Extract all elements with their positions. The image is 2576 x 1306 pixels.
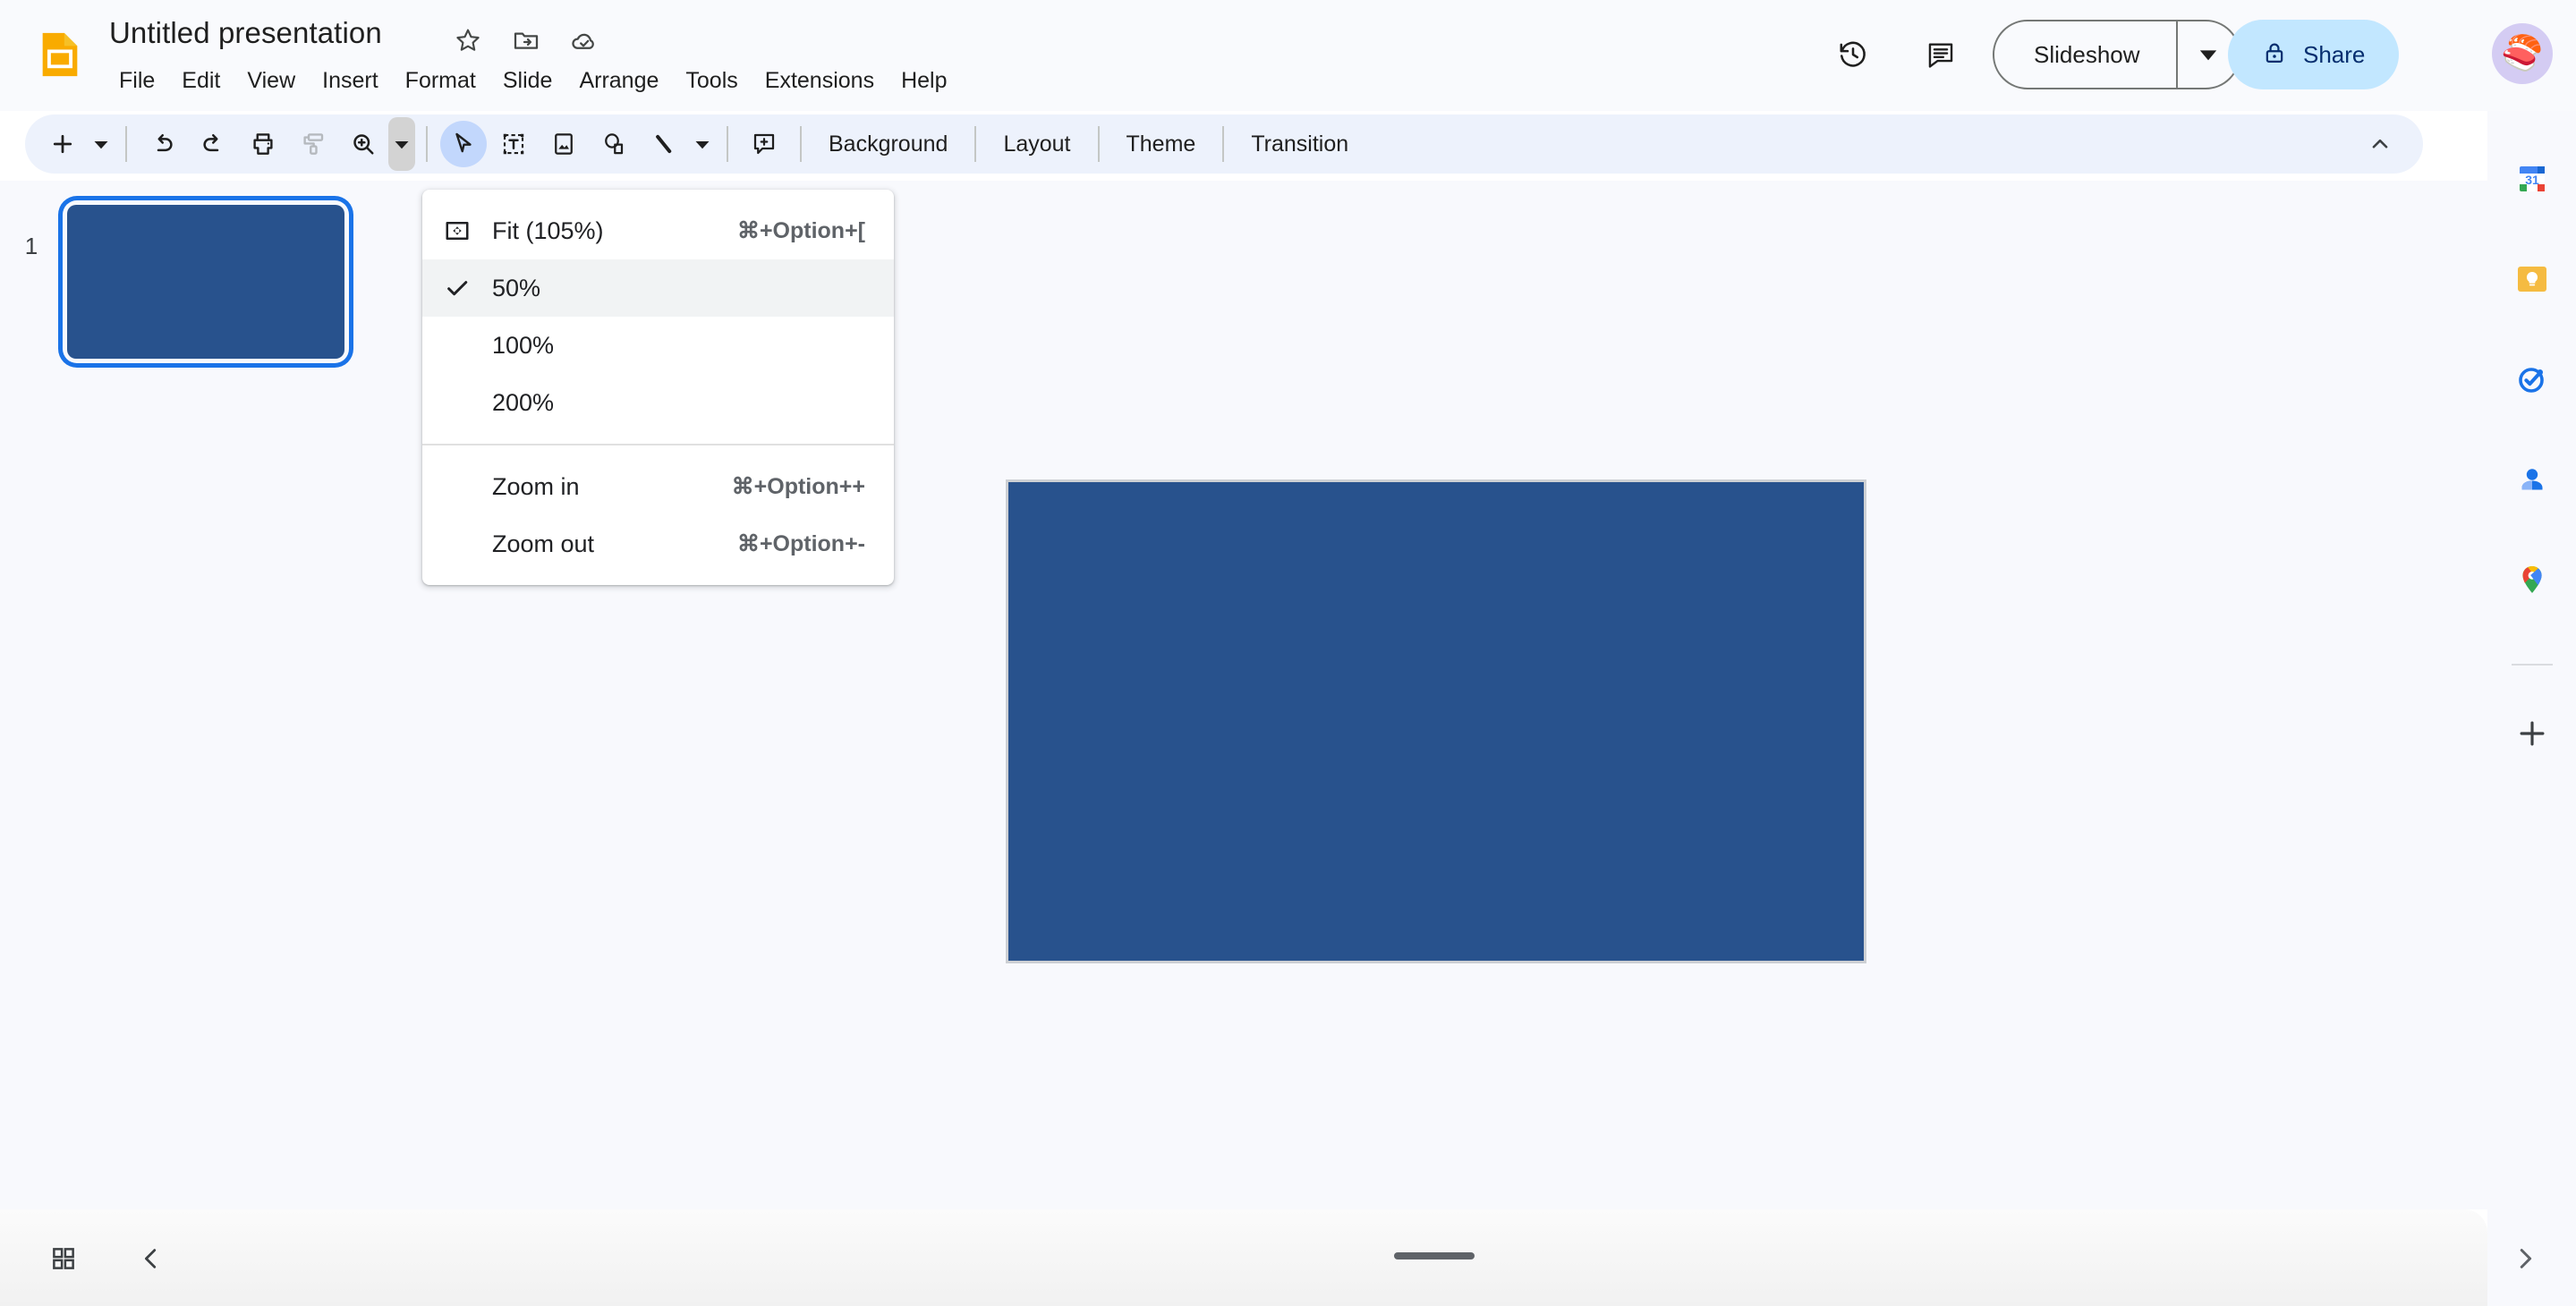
move-to-folder-icon[interactable] bbox=[506, 20, 547, 61]
lock-icon bbox=[2262, 40, 2287, 70]
zoom-dropdown-menu: Fit (105%) ⌘+Option+[ 50% 100% 200% Zoom… bbox=[422, 190, 894, 585]
zoom-menu-item-shortcut: ⌘+Option++ bbox=[731, 474, 865, 499]
add-ons-icon[interactable] bbox=[2505, 707, 2559, 760]
add-slide-chevron-down-icon[interactable] bbox=[88, 121, 115, 167]
divider bbox=[2511, 664, 2553, 666]
app-header: Untitled presentation File Edit View Ins… bbox=[0, 0, 2576, 111]
menu-divider bbox=[422, 444, 894, 445]
menu-view[interactable]: View bbox=[234, 63, 309, 98]
check-icon bbox=[422, 275, 492, 301]
line-icon[interactable] bbox=[641, 121, 687, 167]
avatar[interactable]: 🍣 bbox=[2492, 23, 2553, 84]
zoom-in-magnifier-icon[interactable] bbox=[340, 121, 387, 167]
zoom-menu-item-label: 200% bbox=[492, 388, 555, 416]
slideshow-button[interactable]: Slideshow bbox=[1994, 21, 2176, 88]
menu-extensions[interactable]: Extensions bbox=[752, 63, 888, 98]
speaker-notes-drag-handle[interactable] bbox=[1394, 1252, 1475, 1259]
menu-arrange[interactable]: Arrange bbox=[565, 63, 672, 98]
add-slide-icon[interactable] bbox=[39, 121, 86, 167]
workspace: 1 bbox=[0, 181, 2576, 1209]
google-contacts-icon[interactable] bbox=[2505, 453, 2559, 506]
zoom-menu-item-shortcut: ⌘+Option+- bbox=[736, 531, 865, 556]
zoom-menu-item-label: 50% bbox=[492, 274, 541, 301]
zoom-menu-item-shortcut: ⌘+Option+[ bbox=[736, 218, 865, 243]
zoom-chevron-down-icon[interactable] bbox=[388, 117, 415, 171]
zoom-menu-item-zoom-out[interactable]: Zoom out ⌘+Option+- bbox=[422, 515, 894, 572]
menu-file[interactable]: File bbox=[106, 63, 168, 98]
menu-insert[interactable]: Insert bbox=[309, 63, 392, 98]
zoom-menu-item-label: Fit (105%) bbox=[492, 216, 604, 244]
google-maps-icon[interactable] bbox=[2505, 553, 2559, 606]
menu-slide[interactable]: Slide bbox=[489, 63, 566, 98]
zoom-menu-item-fit[interactable]: Fit (105%) ⌘+Option+[ bbox=[422, 202, 894, 259]
insert-image-icon[interactable] bbox=[540, 121, 587, 167]
collapse-toolbar-chevron-up-icon[interactable] bbox=[2357, 121, 2403, 167]
background-button[interactable]: Background bbox=[812, 124, 964, 165]
share-button-label: Share bbox=[2303, 40, 2366, 68]
menu-help[interactable]: Help bbox=[888, 63, 960, 98]
zoom-menu-item-label: Zoom out bbox=[492, 530, 595, 557]
saved-to-drive-cloud-icon[interactable] bbox=[564, 20, 605, 61]
line-chevron-down-icon[interactable] bbox=[689, 121, 716, 167]
undo-icon[interactable] bbox=[140, 121, 186, 167]
zoom-menu-item-200[interactable]: 200% bbox=[422, 374, 894, 431]
menu-bar: File Edit View Insert Format Slide Arran… bbox=[106, 61, 961, 100]
text-box-icon[interactable] bbox=[490, 121, 537, 167]
slide-filmstrip: 1 bbox=[0, 181, 410, 1209]
divider bbox=[974, 126, 977, 162]
slides-logo-icon[interactable] bbox=[34, 29, 86, 81]
slide-thumbnail-1[interactable] bbox=[63, 200, 349, 363]
zoom-menu-item-50[interactable]: 50% bbox=[422, 259, 894, 317]
divider bbox=[800, 126, 802, 162]
shape-icon[interactable] bbox=[591, 121, 637, 167]
slideshow-button-group: Slideshow bbox=[1993, 20, 2240, 89]
redo-icon[interactable] bbox=[190, 121, 236, 167]
menu-edit[interactable]: Edit bbox=[168, 63, 234, 98]
side-panel-rail: 31 bbox=[2487, 111, 2576, 1306]
main-toolbar: Background Layout Theme Transition bbox=[25, 114, 2423, 174]
calendar-day-number: 31 bbox=[2525, 173, 2539, 187]
transition-button[interactable]: Transition bbox=[1235, 124, 1365, 165]
divider bbox=[426, 126, 428, 162]
bottom-bar bbox=[0, 1209, 2487, 1306]
fit-to-screen-icon bbox=[422, 217, 492, 244]
divider bbox=[727, 126, 728, 162]
filmstrip-row: 1 bbox=[0, 181, 410, 363]
google-keep-icon[interactable] bbox=[2505, 252, 2559, 306]
next-slide-chevron-right-icon[interactable] bbox=[2499, 1233, 2551, 1285]
select-cursor-icon[interactable] bbox=[440, 121, 487, 167]
comment-history-icon[interactable] bbox=[1915, 29, 1967, 81]
divider bbox=[125, 126, 127, 162]
previous-slide-chevron-left-icon[interactable] bbox=[125, 1233, 177, 1285]
zoom-menu-item-100[interactable]: 100% bbox=[422, 317, 894, 374]
print-icon[interactable] bbox=[240, 121, 286, 167]
slide-thumbnail-fill bbox=[67, 205, 344, 359]
zoom-menu-item-label: 100% bbox=[492, 331, 555, 359]
grid-view-icon[interactable] bbox=[38, 1233, 89, 1285]
star-icon[interactable] bbox=[447, 20, 489, 61]
menu-tools[interactable]: Tools bbox=[672, 63, 751, 98]
zoom-menu-item-label: Zoom in bbox=[492, 472, 580, 500]
google-tasks-icon[interactable] bbox=[2505, 352, 2559, 406]
layout-button[interactable]: Layout bbox=[987, 124, 1086, 165]
add-comment-icon[interactable] bbox=[741, 121, 787, 167]
slide-number: 1 bbox=[24, 233, 38, 259]
page-title[interactable]: Untitled presentation bbox=[109, 16, 382, 50]
divider bbox=[1097, 126, 1100, 162]
zoom-menu-item-zoom-in[interactable]: Zoom in ⌘+Option++ bbox=[422, 458, 894, 515]
slide-canvas[interactable] bbox=[1006, 479, 1866, 963]
version-history-icon[interactable] bbox=[1827, 29, 1879, 81]
paint-format-icon[interactable] bbox=[290, 121, 336, 167]
divider bbox=[1222, 126, 1225, 162]
menu-format[interactable]: Format bbox=[392, 63, 489, 98]
google-calendar-icon[interactable]: 31 bbox=[2505, 152, 2559, 206]
theme-button[interactable]: Theme bbox=[1110, 124, 1212, 165]
share-button[interactable]: Share bbox=[2228, 20, 2400, 89]
